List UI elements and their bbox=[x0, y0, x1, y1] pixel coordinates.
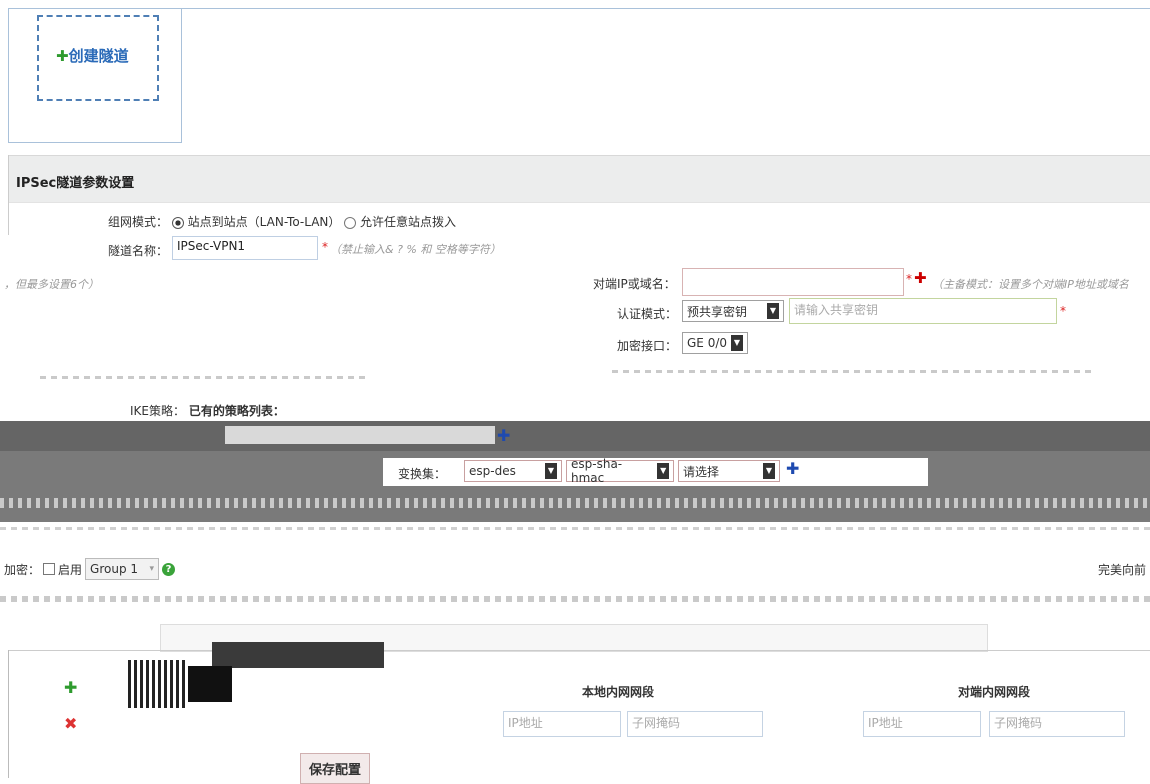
add-peer-icon[interactable]: ✚ bbox=[914, 269, 927, 287]
group-select[interactable]: Group 1 ▾ bbox=[85, 558, 160, 580]
radio-any-site-label: 允许任意站点拨入 bbox=[360, 215, 457, 229]
enc-select[interactable]: esp-des ▼ bbox=[464, 460, 562, 482]
add-ike-icon[interactable]: ✚ bbox=[497, 426, 510, 445]
tunnel-name-input[interactable]: IPSec-VPN1 bbox=[172, 236, 318, 260]
remote-ip-input[interactable]: IP地址 bbox=[863, 711, 981, 737]
pfs-right-label: 完美向前 bbox=[1098, 563, 1147, 577]
pfs-row: 加密： 启用 Group 1 ▾ ? bbox=[4, 558, 176, 580]
chevron-down-icon: ▼ bbox=[767, 303, 779, 319]
left-border bbox=[8, 155, 9, 235]
ike-existing-label: 已有的策略列表： bbox=[188, 404, 285, 418]
top-divider bbox=[180, 8, 1150, 9]
tunnel-name-hint: （禁止输入& ? % 和 空格等字符） bbox=[330, 243, 501, 256]
noise-row bbox=[0, 527, 1150, 530]
mode-label: 组网模式： bbox=[108, 215, 169, 229]
add-transform-icon[interactable]: ✚ bbox=[786, 459, 799, 478]
auth-label: 认证模式： bbox=[617, 307, 678, 321]
noise-row bbox=[40, 376, 370, 379]
radio-lan-to-lan[interactable] bbox=[171, 216, 184, 229]
pfs-label: 加密： bbox=[4, 562, 41, 577]
noise-row bbox=[612, 370, 1092, 373]
noise-block bbox=[128, 660, 188, 708]
local-network-header: 本地内网网段 bbox=[582, 685, 655, 699]
create-tunnel-top-border bbox=[37, 15, 159, 17]
left-hint: ，但最多设置6个） bbox=[4, 278, 99, 291]
group-select-value: Group 1 bbox=[90, 562, 139, 576]
third-select-value: 请选择 bbox=[683, 464, 720, 479]
hash-select[interactable]: esp-sha-hmac ▼ bbox=[566, 457, 674, 485]
ike-label-row: IKE策略： 已有的策略列表： bbox=[130, 402, 285, 419]
interface-select[interactable]: GE 0/0 ▼ bbox=[682, 332, 748, 354]
chevron-down-icon: ▼ bbox=[763, 463, 775, 479]
noise-row bbox=[0, 498, 1150, 508]
chevron-down-icon: ▼ bbox=[731, 335, 743, 351]
peer-required: * bbox=[906, 272, 912, 286]
key-required: * bbox=[1060, 304, 1066, 318]
help-icon[interactable]: ? bbox=[162, 562, 176, 576]
required-mark: * bbox=[322, 240, 328, 254]
remote-mask-input[interactable]: 子网掩码 bbox=[989, 711, 1125, 737]
delete-row-icon[interactable]: ✖ bbox=[64, 714, 77, 733]
peer-input[interactable] bbox=[682, 268, 904, 296]
peer-hint: （主备模式：设置多个对端IP地址或域名 bbox=[932, 278, 1129, 291]
mode-row: 组网模式： 站点到站点（LAN-To-LAN） 允许任意站点拨入 bbox=[108, 213, 456, 230]
dark-block bbox=[212, 642, 384, 668]
section-header bbox=[8, 155, 1150, 203]
preshared-key-input[interactable]: 请输入共享密钥 bbox=[789, 298, 1057, 324]
chevron-down-icon: ▾ bbox=[149, 564, 155, 574]
noise-row bbox=[0, 596, 1150, 602]
local-ip-input[interactable]: IP地址 bbox=[503, 711, 621, 737]
create-tunnel-label[interactable]: ✚创建隧道 bbox=[56, 45, 129, 66]
ike-select-row[interactable] bbox=[225, 426, 495, 444]
interface-label: 加密接口： bbox=[617, 339, 678, 353]
left-border bbox=[8, 650, 9, 778]
local-mask-input[interactable]: 子网掩码 bbox=[627, 711, 763, 737]
hash-select-value: esp-sha-hmac bbox=[571, 457, 623, 485]
peer-label: 对端IP或域名： bbox=[593, 277, 676, 291]
chevron-down-icon: ▼ bbox=[545, 463, 557, 479]
radio-lan-to-lan-label: 站点到站点（LAN-To-LAN） bbox=[187, 215, 341, 229]
third-select[interactable]: 请选择 ▼ bbox=[678, 460, 780, 482]
auth-select-value: 预共享密钥 bbox=[687, 304, 748, 319]
plus-icon: ✚ bbox=[56, 47, 69, 65]
auth-select[interactable]: 预共享密钥 ▼ bbox=[682, 300, 784, 322]
chevron-down-icon: ▼ bbox=[657, 463, 669, 479]
section-title: IPSec隧道参数设置 bbox=[16, 176, 135, 191]
pfs-checkbox[interactable] bbox=[43, 563, 56, 575]
radio-any-site[interactable] bbox=[344, 216, 357, 229]
remote-network-header: 对端内网网段 bbox=[958, 685, 1031, 699]
divider bbox=[8, 650, 1150, 651]
ike-label: IKE策略： bbox=[130, 404, 185, 418]
enc-select-value: esp-des bbox=[469, 464, 516, 478]
interface-select-value: GE 0/0 bbox=[687, 336, 728, 350]
add-row-icon[interactable]: ✚ bbox=[64, 678, 77, 697]
gray-band-1 bbox=[0, 421, 1150, 451]
pfs-enable-label: 启用 bbox=[58, 562, 83, 577]
dark-block bbox=[188, 666, 232, 702]
transform-label: 变换集： bbox=[398, 467, 447, 481]
tunnel-name-label: 隧道名称： bbox=[108, 244, 169, 258]
save-button[interactable]: 保存配置 bbox=[300, 753, 371, 784]
